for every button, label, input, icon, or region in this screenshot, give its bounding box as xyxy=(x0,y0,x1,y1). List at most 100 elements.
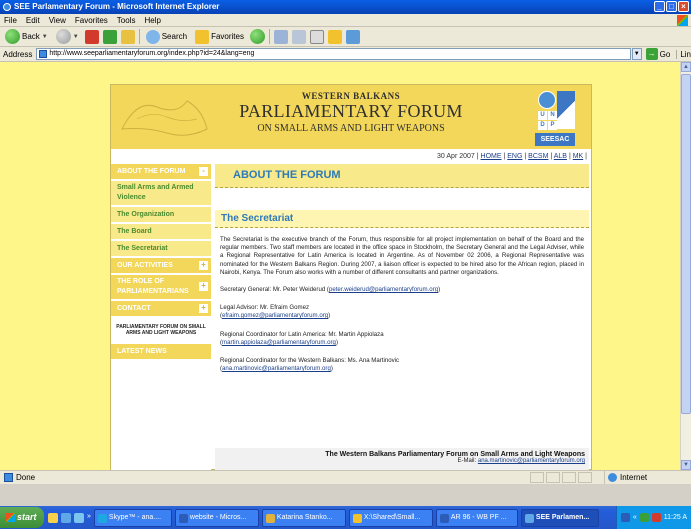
scroll-up-icon[interactable]: ▲ xyxy=(681,62,691,72)
nav-latest-news[interactable]: LATEST NEWS xyxy=(111,344,211,359)
un-emblem-icon xyxy=(538,91,556,109)
nav-role-of-parliamentarians[interactable]: THE ROLE OF PARLIAMENTARIANS + xyxy=(111,275,211,299)
print-icon[interactable] xyxy=(291,29,306,44)
quicklaunch-desktop-icon[interactable] xyxy=(74,512,84,523)
window-controls: _ □ × xyxy=(654,1,689,12)
email-link[interactable]: efraim.gomez@parliamentaryforum.org xyxy=(222,312,328,319)
status-cell xyxy=(578,472,592,483)
window-title: SEE Parlamentary Forum - Microsoft Inter… xyxy=(14,2,220,11)
favorites-button[interactable]: Favorites xyxy=(193,28,246,45)
stop-icon[interactable] xyxy=(84,29,99,44)
messenger-icon[interactable] xyxy=(345,29,360,44)
separator: | xyxy=(503,153,506,160)
back-button[interactable]: Back ▼ xyxy=(3,28,50,45)
email-link[interactable]: martin.appiolaza@parliamentaryforum.org xyxy=(222,339,336,346)
menu-edit[interactable]: Edit xyxy=(26,16,40,25)
scroll-down-icon[interactable]: ▼ xyxy=(681,460,691,470)
address-url: http://www.seeparliamentaryforum.org/ind… xyxy=(49,50,255,57)
menu-file[interactable]: File xyxy=(4,16,17,25)
maximize-button[interactable]: □ xyxy=(666,1,677,12)
vertical-scrollbar[interactable]: ▲ ▼ xyxy=(680,62,691,470)
menu-tools[interactable]: Tools xyxy=(117,16,136,25)
left-navigation: ABOUT THE FORUM - Small Arms and Armed V… xyxy=(111,164,211,470)
link-bcsm[interactable]: BCSM xyxy=(528,153,548,160)
status-bar: Done Internet xyxy=(0,470,691,484)
nav-board[interactable]: The Board xyxy=(111,224,211,239)
go-button[interactable]: → Go xyxy=(645,48,671,60)
nav-organization[interactable]: The Organization xyxy=(111,207,211,222)
nav-secretariat[interactable]: The Secretariat xyxy=(111,241,211,256)
task-label: Katarina Stanko... xyxy=(276,513,333,521)
contact-legal-advisor: Legal Advisor: Mr. Efraim Gomez (efraim.… xyxy=(215,304,589,320)
section-header: The Secretariat xyxy=(215,210,589,228)
task-skype[interactable]: Skype™ - ana.... xyxy=(93,508,172,527)
folder-icon[interactable] xyxy=(327,29,342,44)
contact-label: Secretary General: Mr. Peter Weiderud xyxy=(220,286,326,294)
contact-latin-america: Regional Coordinator for Latin America: … xyxy=(215,331,589,347)
task-outlook[interactable]: Katarina Stanko... xyxy=(261,508,346,527)
minimize-button[interactable]: _ xyxy=(654,1,665,12)
page-footer: The Western Balkans Parliamentary Forum … xyxy=(215,448,589,470)
quicklaunch-app-icon[interactable] xyxy=(48,512,58,523)
tray-expand-icon[interactable]: « xyxy=(633,514,637,521)
nav-activities-label: OUR ACTIVITIES xyxy=(117,262,173,269)
menu-view[interactable]: View xyxy=(49,16,66,25)
page-title: ABOUT THE FORUM xyxy=(233,169,341,181)
link-mk[interactable]: MK xyxy=(573,153,584,160)
task-folder[interactable]: X:\Shared\Small... xyxy=(348,508,433,527)
refresh-icon[interactable] xyxy=(102,29,117,44)
task-word[interactable]: website - Micros... xyxy=(174,508,259,527)
go-label: Go xyxy=(659,49,671,59)
site-banner: WESTERN BALKANS PARLIAMENTARY FORUM ON S… xyxy=(111,85,591,149)
mail-icon[interactable] xyxy=(273,29,288,44)
clock: 11:25 A xyxy=(663,514,687,521)
link-eng[interactable]: ENG xyxy=(507,153,522,160)
contact-label: Regional Coordinator for Latin America: … xyxy=(220,330,384,338)
menu-favorites[interactable]: Favorites xyxy=(75,16,108,25)
expand-icon[interactable]: + xyxy=(199,261,208,270)
nav-about-the-forum[interactable]: ABOUT THE FORUM - xyxy=(111,164,211,179)
links-label[interactable]: Lin xyxy=(676,49,691,59)
email-link[interactable]: ana.martinovic@parliamentaryforum.org xyxy=(222,365,331,372)
nav-contact[interactable]: CONTACT + xyxy=(111,301,211,316)
start-button[interactable]: start xyxy=(0,507,44,528)
home-icon[interactable] xyxy=(120,29,135,44)
nav-our-activities[interactable]: OUR ACTIVITIES + xyxy=(111,258,211,273)
footer-email-link[interactable]: ana.martinovic@parliamentaryforum.org xyxy=(478,458,585,464)
task-ar96[interactable]: AR 96 - WB PF ... xyxy=(435,508,518,527)
link-home[interactable]: HOME xyxy=(481,153,502,160)
quicklaunch-ie-icon[interactable] xyxy=(61,512,71,523)
address-dropdown-icon[interactable]: ▼ xyxy=(631,48,642,60)
scroll-thumb[interactable] xyxy=(681,74,691,414)
tray-security-icon[interactable] xyxy=(651,513,661,522)
tray-app-icon[interactable] xyxy=(620,513,630,522)
history-icon[interactable] xyxy=(249,29,265,44)
task-label: SEE Parlamen... xyxy=(535,513,590,521)
menu-help[interactable]: Help xyxy=(144,16,160,25)
search-button[interactable]: Search xyxy=(144,28,189,45)
nav-role-label: THE ROLE OF PARLIAMENTARIANS xyxy=(117,278,189,295)
nav-small-arms[interactable]: Small Arms and Armed Violence xyxy=(111,181,211,205)
ie-icon xyxy=(3,3,11,11)
link-alb[interactable]: ALB xyxy=(554,153,567,160)
back-dropdown-icon: ▼ xyxy=(41,33,48,40)
windows-flag-icon xyxy=(6,513,15,522)
close-button[interactable]: × xyxy=(678,1,689,12)
collapse-icon[interactable]: - xyxy=(199,167,208,176)
task-label: website - Micros... xyxy=(189,513,247,521)
expand-icon[interactable]: + xyxy=(199,304,208,313)
main-content: ABOUT THE FORUM The Secretariat The Secr… xyxy=(215,164,589,470)
nav-about-label: ABOUT THE FORUM xyxy=(117,168,186,175)
address-input[interactable]: http://www.seeparliamentaryforum.org/ind… xyxy=(36,48,631,60)
email-link[interactable]: peter.weiderud@parliamentaryforum.org xyxy=(329,286,438,293)
quicklaunch-overflow-icon[interactable]: » xyxy=(87,513,91,523)
tray-network-icon[interactable] xyxy=(639,513,649,522)
folder-icon xyxy=(352,513,362,523)
forward-button[interactable]: ▼ xyxy=(54,28,81,45)
task-ie-active[interactable]: SEE Parlamen... xyxy=(520,508,599,527)
word-edit-icon[interactable] xyxy=(309,29,324,44)
expand-icon[interactable]: + xyxy=(199,282,208,291)
back-label: Back xyxy=(22,32,40,41)
status-cell xyxy=(546,472,560,483)
search-icon xyxy=(145,29,160,44)
